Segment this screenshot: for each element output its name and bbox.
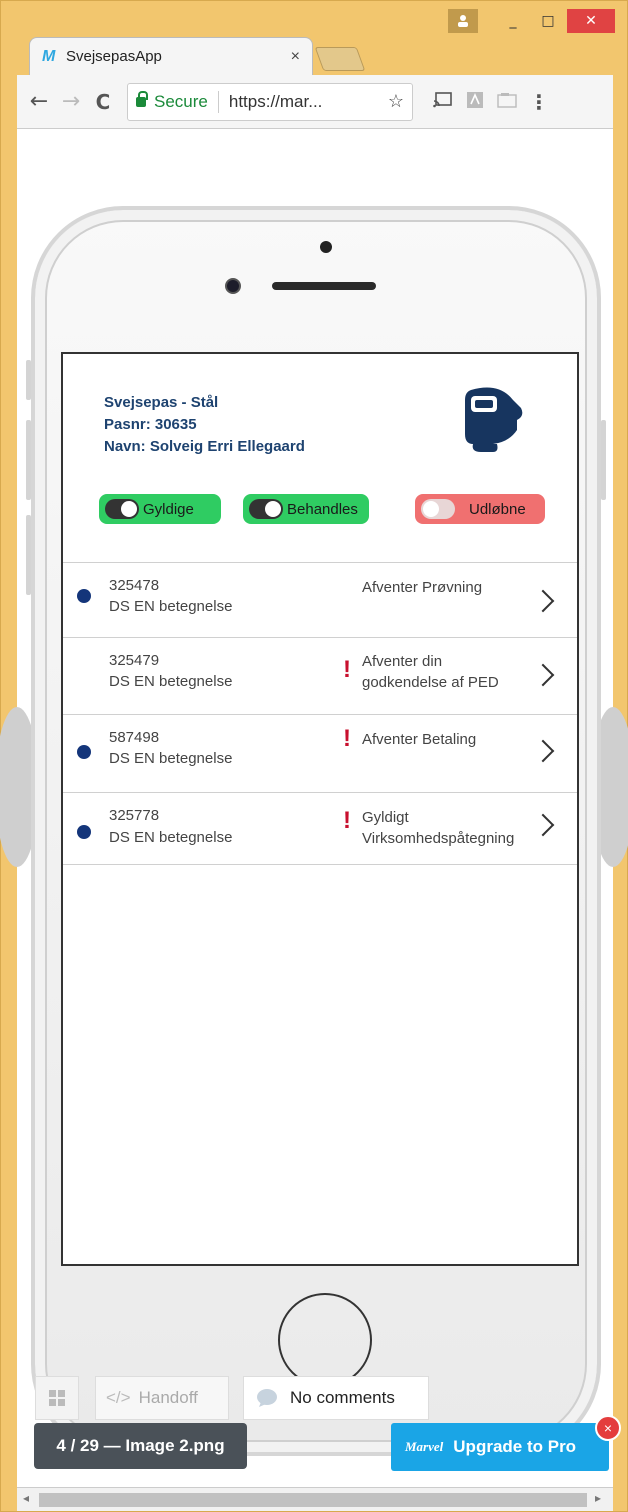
phone-side-button — [26, 420, 31, 500]
tab-title: SvejsepasApp — [66, 48, 162, 65]
item-number: 325778 — [109, 807, 160, 824]
address-bar[interactable]: Secure https://mar... ☆ — [127, 82, 413, 121]
list-item[interactable]: 325778 DS EN betegnelse ! Gyldigt Virkso… — [63, 793, 577, 869]
item-status: Gyldigt — [362, 809, 409, 826]
item-number: 325479 — [109, 652, 160, 669]
handoff-label: Handoff — [138, 1388, 198, 1407]
switch-icon — [421, 499, 455, 519]
code-icon: </> — [106, 1388, 131, 1407]
secure-label: Secure — [154, 91, 208, 111]
toggle-label: Gyldige — [143, 500, 194, 518]
new-tab-button[interactable] — [314, 47, 366, 71]
item-description: DS EN betegnelse — [109, 829, 233, 846]
forward-icon[interactable]: → — [55, 89, 87, 114]
welding-helmet-icon — [465, 387, 523, 452]
upgrade-label: Upgrade to Pro — [453, 1437, 577, 1456]
item-description: DS EN betegnelse — [109, 750, 233, 767]
chevron-right-icon[interactable] — [531, 589, 555, 613]
alert-icon: ! — [343, 656, 351, 683]
page-viewport: Svejsepas - Stål Pasnr: 30635 Navn: Solv… — [0, 129, 628, 1487]
item-status: Afventer din — [362, 653, 443, 670]
phone-side-button — [26, 360, 31, 400]
item-description: DS EN betegnelse — [109, 673, 233, 690]
comments-label: No comments — [290, 1388, 395, 1407]
toggle-behandles[interactable]: Behandles — [243, 494, 369, 524]
pass-title: Svejsepas - Stål — [104, 394, 219, 411]
pass-header: Svejsepas - Stål Pasnr: 30635 Navn: Solv… — [104, 392, 305, 458]
list-item[interactable]: 325478 DS EN betegnelse Afventer Prøvnin… — [63, 563, 577, 639]
pass-holder-name: Navn: Solveig Erri Ellegaard — [104, 438, 305, 455]
switch-icon — [249, 499, 283, 519]
phone-front-camera — [225, 278, 241, 294]
url-text[interactable]: https://mar... — [229, 92, 388, 112]
comment-bubble-icon — [257, 1389, 277, 1407]
marvel-logo: Marvel — [405, 1439, 444, 1454]
list-item[interactable]: 325479 DS EN betegnelse ! Afventer din g… — [63, 638, 577, 714]
chevron-right-icon[interactable] — [531, 663, 555, 687]
upgrade-to-pro-button[interactable]: Marvel Upgrade to Pro — [391, 1423, 609, 1471]
phone-side-button — [26, 515, 31, 595]
pdf-extension-icon[interactable] — [459, 91, 491, 113]
status-dot-icon — [77, 825, 91, 839]
item-status: Afventer Betaling — [362, 731, 477, 748]
alert-icon: ! — [343, 725, 351, 752]
menu-icon[interactable]: ⋮ — [523, 90, 555, 114]
phone-side-button — [601, 420, 606, 500]
marvel-bottom-bar: </> Handoff No comments — [35, 1376, 447, 1420]
status-dot-icon — [77, 589, 91, 603]
close-badge-icon[interactable]: × — [595, 1415, 621, 1441]
extension-icon[interactable] — [491, 92, 523, 112]
list-divider — [63, 864, 577, 865]
app-screen: Svejsepas - Stål Pasnr: 30635 Navn: Solv… — [61, 352, 579, 1266]
comments-button[interactable]: No comments — [243, 1376, 429, 1420]
close-window-button[interactable]: ✕ — [567, 9, 615, 33]
grid-icon — [49, 1390, 65, 1406]
lock-icon — [136, 90, 148, 107]
item-description: DS EN betegnelse — [109, 598, 233, 615]
handoff-button[interactable]: </> Handoff — [95, 1376, 229, 1420]
item-number: 325478 — [109, 577, 160, 594]
phone-sensor — [320, 241, 332, 253]
item-number: 587498 — [109, 729, 160, 746]
browser-window: _ □ ✕ M SvejsepasApp × ← → C Secure http… — [0, 0, 628, 1512]
reload-icon[interactable]: C — [87, 90, 119, 114]
tab-close-icon[interactable]: × — [291, 48, 300, 66]
bookmark-star-icon[interactable]: ☆ — [388, 91, 404, 112]
maximize-button[interactable]: □ — [533, 9, 563, 33]
switch-icon — [105, 499, 139, 519]
alert-icon: ! — [343, 807, 351, 834]
back-icon[interactable]: ← — [23, 89, 55, 114]
scrollbar-thumb[interactable] — [39, 1493, 587, 1507]
pass-number: Pasnr: 30635 — [104, 416, 197, 433]
item-status-line2: godkendelse af PED — [362, 674, 499, 691]
browser-toolbar: ← → C Secure https://mar... ☆ ⋮ — [17, 75, 613, 129]
chevron-right-icon[interactable] — [531, 813, 555, 837]
grid-view-button[interactable] — [35, 1376, 79, 1420]
list-item[interactable]: 587498 DS EN betegnelse ! Afventer Betal… — [63, 715, 577, 791]
status-dot-icon — [77, 745, 91, 759]
toggle-label: Udløbne — [469, 500, 526, 518]
horizontal-scrollbar[interactable]: ◂ ▸ — [17, 1487, 613, 1511]
browser-tab[interactable]: M SvejsepasApp × — [29, 37, 313, 75]
toggle-udlobne[interactable]: Udløbne — [415, 494, 545, 524]
phone-home-button[interactable] — [278, 1293, 372, 1387]
toggle-label: Behandles — [287, 500, 358, 518]
scroll-right-icon[interactable]: ▸ — [595, 1491, 601, 1505]
profile-icon[interactable] — [448, 9, 478, 33]
toggle-gyldige[interactable]: Gyldige — [99, 494, 221, 524]
minimize-button[interactable]: _ — [498, 9, 528, 33]
chevron-right-icon[interactable] — [531, 739, 555, 763]
item-status: Afventer Prøvning — [362, 579, 483, 596]
address-separator — [217, 90, 219, 113]
scroll-left-icon[interactable]: ◂ — [23, 1491, 29, 1505]
cast-icon[interactable] — [427, 91, 459, 112]
item-status-line2: Virksomhedspåtegning — [362, 830, 515, 847]
phone-speaker — [272, 282, 376, 290]
marvel-logo-icon: M — [42, 47, 56, 65]
screen-counter: 4 / 29 — Image 2.png — [34, 1423, 247, 1469]
